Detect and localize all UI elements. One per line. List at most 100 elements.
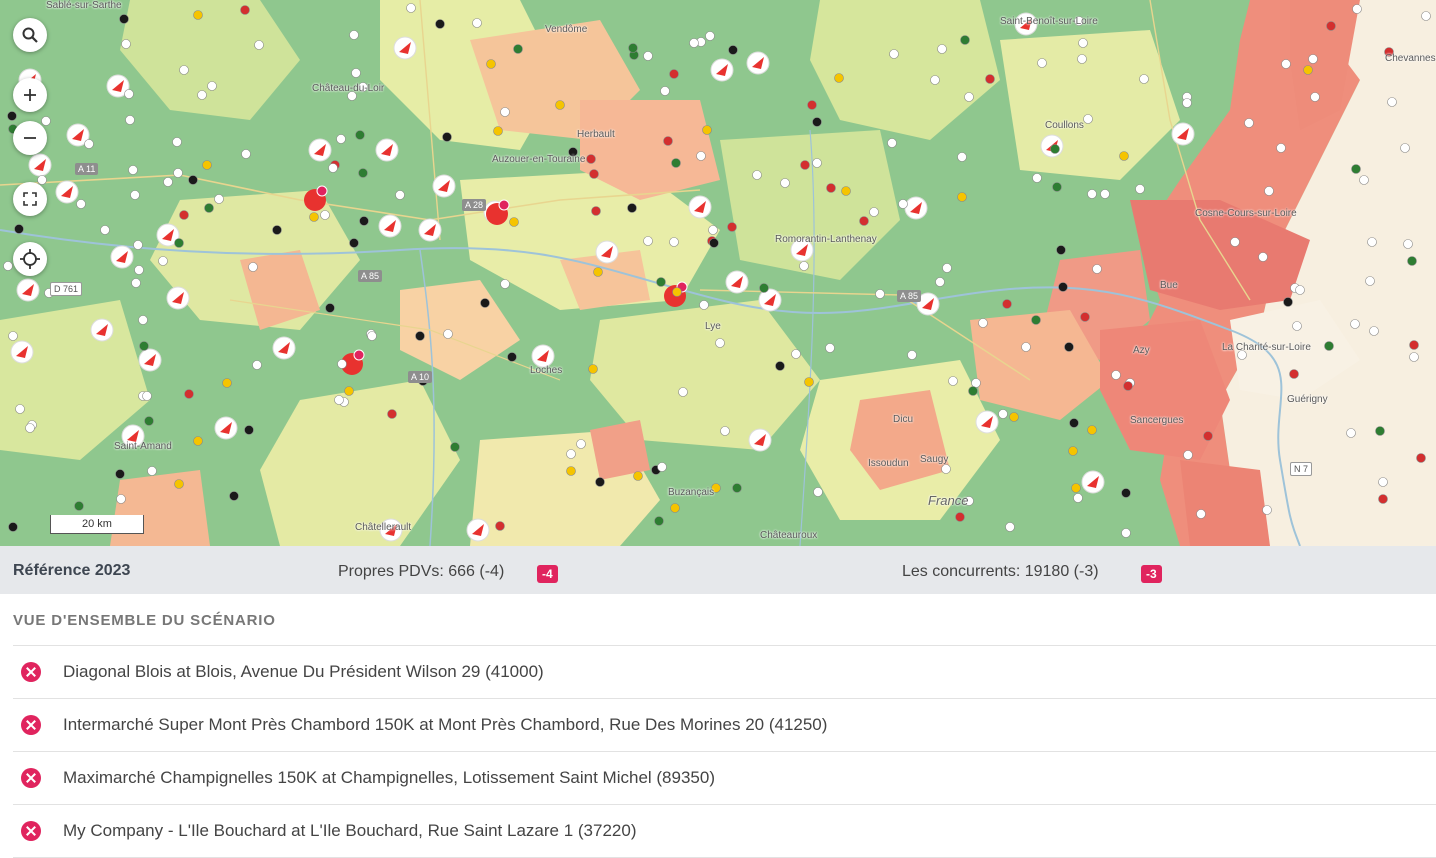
own-store-pin[interactable] [308,138,332,162]
competitor-marker[interactable] [1375,426,1385,436]
competitor-marker[interactable] [513,44,523,54]
competitor-marker[interactable] [948,376,958,386]
competitor-marker[interactable] [1378,477,1388,487]
competitor-marker[interactable] [935,277,945,287]
competitor-marker[interactable] [8,331,18,341]
store-markers-layer[interactable] [0,0,1436,546]
competitor-marker[interactable] [628,43,638,53]
remove-icon[interactable] [21,662,41,682]
competitor-marker[interactable] [179,65,189,75]
competitor-marker[interactable] [1387,97,1397,107]
competitor-marker[interactable] [248,262,258,272]
locate-button[interactable] [13,242,47,276]
competitor-marker[interactable] [955,512,965,522]
competitor-marker[interactable] [941,464,951,474]
competitor-marker[interactable] [591,206,601,216]
map-view[interactable]: Sablé-sur-Sarthe Vendôme Saint-Benoît-su… [0,0,1436,546]
competitor-marker[interactable] [207,81,217,91]
competitor-marker[interactable] [204,203,214,213]
competitor-marker[interactable] [139,341,149,351]
competitor-marker[interactable] [702,125,712,135]
competitor-marker[interactable] [699,300,709,310]
own-store-pin[interactable] [904,196,928,220]
own-store-pin[interactable] [166,286,190,310]
competitor-marker[interactable] [960,35,970,45]
competitor-marker[interactable] [367,331,377,341]
competitor-marker[interactable] [1352,4,1362,14]
competitor-marker[interactable] [7,111,17,121]
competitor-marker[interactable] [240,5,250,15]
competitor-marker[interactable] [555,100,565,110]
competitor-marker[interactable] [1087,189,1097,199]
competitor-marker[interactable] [355,130,365,140]
competitor-marker[interactable] [689,38,699,48]
competitor-marker[interactable] [1416,453,1426,463]
competitor-marker[interactable] [142,391,152,401]
competitor-marker[interactable] [359,216,369,226]
competitor-marker[interactable] [669,237,679,247]
competitor-marker[interactable] [1350,319,1360,329]
competitor-marker[interactable] [887,138,897,148]
competitor-marker[interactable] [309,212,319,222]
competitor-marker[interactable] [1281,59,1291,69]
competitor-marker[interactable] [1064,342,1074,352]
competitor-marker[interactable] [889,49,899,59]
competitor-marker[interactable] [406,3,416,13]
competitor-marker[interactable] [705,31,715,41]
competitor-marker[interactable] [1262,505,1272,515]
competitor-marker[interactable] [344,386,354,396]
competitor-marker[interactable] [1078,38,1088,48]
competitor-marker[interactable] [1403,239,1413,249]
own-store-pin[interactable] [418,218,442,242]
competitor-marker[interactable] [708,225,718,235]
competitor-marker[interactable] [76,199,86,209]
zoom-in-button[interactable] [13,78,47,112]
competitor-marker[interactable] [193,436,203,446]
competitor-marker[interactable] [657,462,667,472]
competitor-marker[interactable] [1324,341,1334,351]
competitor-marker[interactable] [1264,186,1274,196]
zoom-out-button[interactable] [13,121,47,155]
competitor-marker[interactable] [124,89,134,99]
own-store-pin[interactable] [110,245,134,269]
competitor-marker[interactable] [1409,352,1419,362]
own-store-pin[interactable] [10,340,34,364]
competitor-marker[interactable] [1283,297,1293,307]
competitor-marker[interactable] [1021,342,1031,352]
competitor-marker[interactable] [1409,340,1419,350]
competitor-marker[interactable] [1378,494,1388,504]
competitor-marker[interactable] [1326,21,1336,31]
competitor-marker[interactable] [998,409,1008,419]
own-store-pin[interactable] [28,153,52,177]
competitor-marker[interactable] [116,494,126,504]
competitor-marker[interactable] [807,100,817,110]
competitor-marker[interactable] [586,154,596,164]
competitor-marker[interactable] [202,160,212,170]
competitor-marker[interactable] [241,149,251,159]
competitor-marker[interactable] [320,210,330,220]
competitor-marker[interactable] [130,190,140,200]
competitor-marker[interactable] [337,359,347,369]
own-store-pin[interactable] [16,278,40,302]
competitor-marker[interactable] [222,378,232,388]
competitor-marker[interactable] [728,45,738,55]
competitor-marker[interactable] [1119,151,1129,161]
competitor-marker[interactable] [1310,92,1320,102]
own-store-pin[interactable] [214,416,238,440]
competitor-marker[interactable] [841,186,851,196]
competitor-marker[interactable] [193,10,203,20]
competitor-marker[interactable] [272,225,282,235]
competitor-marker[interactable] [907,350,917,360]
own-store-pin[interactable] [725,270,749,294]
map-search-button[interactable] [13,18,47,52]
competitor-marker[interactable] [643,236,653,246]
competitor-marker[interactable] [84,139,94,149]
own-store-pin[interactable] [375,138,399,162]
removed-store-pin[interactable] [304,185,328,211]
competitor-marker[interactable] [174,238,184,248]
own-store-pin[interactable] [595,240,619,264]
remove-icon[interactable] [21,768,41,788]
competitor-marker[interactable] [633,471,643,481]
competitor-marker[interactable] [1037,58,1047,68]
competitor-marker[interactable] [812,158,822,168]
